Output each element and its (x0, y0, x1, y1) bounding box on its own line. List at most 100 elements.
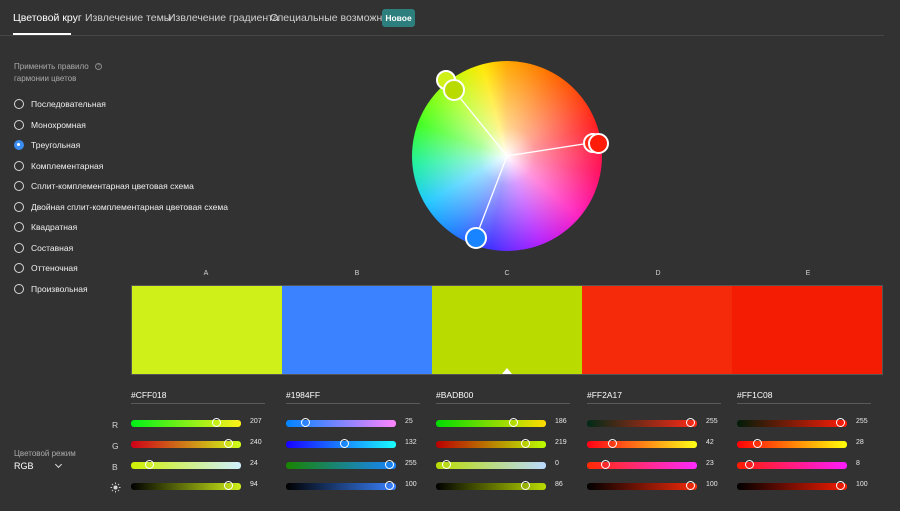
radio-button[interactable] (14, 201, 24, 212)
green-slider[interactable] (587, 439, 697, 448)
channel-label-b: B (112, 462, 118, 472)
harmony-rule-label: Треугольная (31, 140, 81, 151)
slider-thumb[interactable] (685, 481, 695, 490)
radio-button[interactable] (14, 140, 24, 151)
harmony-rule-item[interactable]: Квадратная (14, 217, 228, 238)
slider-thumb[interactable] (300, 418, 310, 427)
channel-label-r: R (112, 420, 119, 430)
active-tab-indicator (13, 33, 71, 35)
slider-thumb[interactable] (835, 481, 845, 490)
slider-thumb[interactable] (685, 418, 695, 427)
color-mode-select[interactable]: RGB (14, 460, 64, 471)
blue-slider[interactable] (131, 460, 241, 469)
harmony-rule-item[interactable]: Комплементарная (14, 156, 228, 177)
red-slider-row: 207 (131, 418, 265, 428)
channel-label-g: G (112, 441, 119, 451)
red-slider-row: 255 (737, 418, 871, 428)
slider-thumb[interactable] (384, 460, 394, 469)
radio-button[interactable] (14, 160, 24, 171)
radio-button[interactable] (14, 222, 24, 233)
green-slider[interactable] (436, 439, 546, 448)
base-color-marker (502, 368, 512, 374)
harmony-rule-label: Квадратная (31, 222, 78, 233)
harmony-rule-item[interactable]: Двойная сплит-комплементарная цветовая с… (14, 197, 228, 218)
hex-input[interactable]: #FF1C08 (737, 390, 871, 404)
wheel-handle-b[interactable] (465, 227, 487, 249)
wheel-handle-e[interactable] (588, 133, 609, 154)
color-swatches (131, 285, 883, 375)
radio-button[interactable] (14, 242, 24, 253)
radio-button[interactable] (14, 263, 24, 274)
top-tab-bar: Цветовой круг Извлечение темы Извлечение… (0, 0, 884, 36)
tab-color-wheel[interactable]: Цветовой круг (13, 12, 82, 24)
slider-thumb[interactable] (752, 439, 762, 448)
hex-input[interactable]: #FF2A17 (587, 390, 721, 404)
blue-slider[interactable] (737, 460, 847, 469)
red-slider[interactable] (436, 418, 546, 427)
color-mode-title: Цветовой режим (14, 449, 76, 458)
green-slider-row: 28 (737, 439, 871, 449)
radio-button[interactable] (14, 99, 24, 110)
info-icon[interactable]: ? (95, 63, 102, 70)
slider-thumb[interactable] (224, 439, 234, 448)
color-swatch-b[interactable] (282, 286, 432, 374)
harmony-rule-item[interactable]: Сплит-комплементарная цветовая схема (14, 176, 228, 197)
harmony-rule-label: Последовательная (31, 99, 106, 110)
green-slider[interactable] (737, 439, 847, 448)
blue-slider-row: 0 (436, 460, 570, 470)
blue-slider[interactable] (286, 460, 396, 469)
harmony-rule-item[interactable]: Составная (14, 238, 228, 259)
swatch-label-d: D (655, 270, 661, 277)
wheel-handle-c[interactable] (443, 79, 465, 101)
slider-thumb[interactable] (600, 460, 610, 469)
slider-thumb[interactable] (384, 481, 394, 490)
red-value: 186 (555, 418, 567, 425)
slider-thumb[interactable] (521, 481, 531, 490)
red-slider[interactable] (737, 418, 847, 427)
green-slider[interactable] (286, 439, 396, 448)
radio-button[interactable] (14, 181, 24, 192)
harmony-rule-item[interactable]: Монохромная (14, 115, 228, 136)
blue-value: 255 (405, 460, 417, 467)
slider-thumb[interactable] (339, 439, 349, 448)
green-slider[interactable] (131, 439, 241, 448)
blue-value: 0 (555, 460, 559, 467)
slider-thumb[interactable] (441, 460, 451, 469)
red-slider[interactable] (286, 418, 396, 427)
brightness-slider-row: 86 (436, 481, 570, 491)
slider-thumb[interactable] (521, 439, 531, 448)
brightness-slider[interactable] (737, 481, 847, 490)
brightness-slider[interactable] (286, 481, 396, 490)
red-slider[interactable] (131, 418, 241, 427)
slider-thumb[interactable] (223, 481, 233, 490)
color-swatch-a[interactable] (132, 286, 282, 374)
radio-button[interactable] (14, 119, 24, 130)
color-swatch-c[interactable] (432, 286, 582, 374)
color-swatch-e[interactable] (732, 286, 882, 374)
slider-thumb[interactable] (607, 439, 617, 448)
brightness-slider[interactable] (587, 481, 697, 490)
red-slider[interactable] (587, 418, 697, 427)
hex-input[interactable]: #1984FF (286, 390, 420, 404)
harmony-rule-item[interactable]: Последовательная (14, 94, 228, 115)
hex-input[interactable]: #CFF018 (131, 390, 265, 404)
slider-thumb[interactable] (145, 460, 155, 469)
color-swatch-d[interactable] (582, 286, 732, 374)
slider-thumb[interactable] (509, 418, 519, 427)
harmony-rule-item[interactable]: Треугольная (14, 135, 228, 156)
hex-input[interactable]: #BADB00 (436, 390, 570, 404)
slider-thumb[interactable] (835, 418, 845, 427)
brightness-slider[interactable] (131, 481, 241, 490)
blue-slider-row: 8 (737, 460, 871, 470)
green-slider-row: 219 (436, 439, 570, 449)
blue-slider[interactable] (587, 460, 697, 469)
color-wheel[interactable] (412, 61, 609, 251)
radio-button[interactable] (14, 283, 24, 294)
blue-slider[interactable] (436, 460, 546, 469)
swatch-labels: A B C D E (131, 270, 883, 282)
slider-thumb[interactable] (745, 460, 755, 469)
brightness-slider[interactable] (436, 481, 546, 490)
tab-extract-theme[interactable]: Извлечение темы (85, 12, 171, 24)
slider-thumb[interactable] (211, 418, 221, 427)
tab-extract-gradient[interactable]: Извлечение градиента (168, 12, 279, 24)
